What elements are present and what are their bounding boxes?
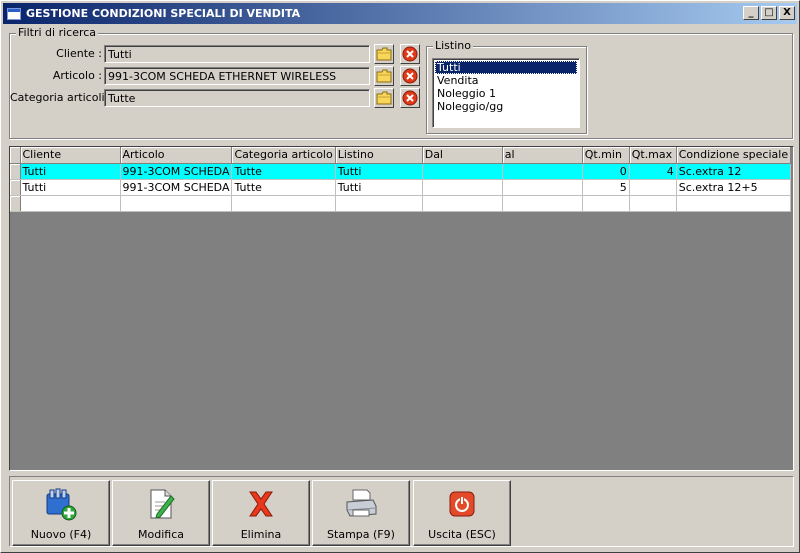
window-title: GESTIONE CONDIZIONI SPECIALI DI VENDITA (26, 7, 301, 20)
cell-qtmin[interactable]: 5 (582, 179, 630, 196)
cell-listino[interactable] (335, 195, 423, 212)
table-row[interactable]: Tutti 991-3COM SCHEDA Tutte Tutti 5 Sc.e… (10, 179, 792, 196)
column-header-dal[interactable]: Dal (422, 147, 503, 164)
cell-categoria[interactable] (231, 195, 336, 212)
cell-qtmin[interactable]: 0 (582, 163, 630, 180)
delete-button[interactable]: Elimina (212, 480, 310, 546)
clear-icon (402, 46, 418, 62)
column-header-listino[interactable]: Listino (335, 147, 423, 164)
edit-button[interactable]: Modifica (112, 480, 210, 546)
listino-item[interactable]: Tutti (435, 61, 577, 74)
close-button[interactable]: X (779, 6, 795, 20)
conditions-grid[interactable]: Cliente Articolo Categoria articolo List… (9, 146, 794, 471)
cell-qtmax[interactable] (629, 195, 677, 212)
cliente-label: Cliente : (56, 47, 102, 60)
edit-icon (143, 486, 179, 522)
cell-al[interactable] (502, 179, 583, 196)
power-icon (444, 486, 480, 522)
row-indicator[interactable] (10, 179, 21, 196)
table-row[interactable]: Tutti 991-3COM SCHEDA Tutte Tutti 0 4 Sc… (10, 163, 792, 180)
column-header-articolo[interactable]: Articolo (120, 147, 233, 164)
window-controls: _ □ X (741, 6, 795, 20)
title-bar[interactable]: GESTIONE CONDIZIONI SPECIALI DI VENDITA … (3, 3, 797, 24)
categoria-browse-button[interactable] (374, 88, 394, 108)
categoria-label: Categoria articoli : (10, 91, 112, 104)
cell-condizione[interactable] (676, 195, 792, 212)
cell-al[interactable] (502, 163, 583, 180)
new-button[interactable]: Nuovo (F4) (12, 480, 110, 546)
cliente-browse-button[interactable] (374, 44, 394, 64)
column-header-categoria[interactable]: Categoria articolo (231, 147, 336, 164)
row-indicator[interactable] (10, 163, 21, 180)
action-toolbar: Nuovo (F4) Modifica Elimina Stampa (F9) … (9, 476, 794, 547)
minimize-button[interactable]: _ (743, 6, 759, 20)
folder-icon (376, 69, 392, 83)
cell-qtmax[interactable]: 4 (629, 163, 677, 180)
table-row-empty[interactable] (10, 195, 792, 212)
new-button-label: Nuovo (F4) (30, 528, 92, 541)
articolo-browse-button[interactable] (374, 66, 394, 86)
clear-icon (402, 90, 418, 106)
cell-qtmin[interactable] (582, 195, 630, 212)
conditions-table: Cliente Articolo Categoria articolo List… (10, 147, 792, 212)
folder-icon (376, 47, 392, 61)
delete-x-icon (243, 486, 279, 522)
categoria-field[interactable]: Tutte (104, 89, 370, 107)
row-indicator[interactable] (10, 195, 21, 212)
folder-icon (376, 91, 392, 105)
grid-header-row: Cliente Articolo Categoria articolo List… (10, 147, 792, 164)
maximize-button[interactable]: □ (761, 6, 777, 20)
listino-legend: Listino (433, 39, 473, 52)
column-header-condizione[interactable]: Condizione speciale (676, 147, 792, 164)
app-window-icon (7, 7, 21, 20)
listino-group: Listino Tutti Vendita Noleggio 1 Noleggi… (426, 39, 587, 134)
column-header-al[interactable]: al (502, 147, 583, 164)
cell-cliente[interactable]: Tutti (20, 163, 121, 180)
column-header-cliente[interactable]: Cliente (20, 147, 121, 164)
cell-articolo[interactable]: 991-3COM SCHEDA (120, 179, 233, 196)
cell-categoria[interactable]: Tutte (231, 163, 336, 180)
listino-item[interactable]: Noleggio/gg (435, 100, 577, 113)
articolo-field[interactable]: 991-3COM SCHEDA ETHERNET WIRELESS (104, 67, 370, 85)
cell-al[interactable] (502, 195, 583, 212)
main-window: GESTIONE CONDIZIONI SPECIALI DI VENDITA … (0, 0, 800, 553)
exit-button[interactable]: Uscita (ESC) (413, 480, 511, 546)
filters-legend: Filtri di ricerca (16, 26, 99, 39)
cell-cliente[interactable] (20, 195, 121, 212)
cell-dal[interactable] (422, 195, 503, 212)
cell-condizione[interactable]: Sc.extra 12+5 (676, 179, 792, 196)
cliente-clear-button[interactable] (400, 44, 420, 64)
cell-listino[interactable]: Tutti (335, 179, 423, 196)
cell-listino[interactable]: Tutti (335, 163, 423, 180)
listino-listbox[interactable]: Tutti Vendita Noleggio 1 Noleggio/gg (432, 58, 580, 128)
print-button-label: Stampa (F9) (327, 528, 395, 541)
filters-panel: Filtri di ricerca Cliente : Tutti Artico… (9, 26, 793, 139)
listino-item[interactable]: Vendita (435, 74, 577, 87)
column-header-qtmin[interactable]: Qt.min (582, 147, 630, 164)
cell-qtmax[interactable] (629, 179, 677, 196)
delete-button-label: Elimina (240, 528, 282, 541)
row-indicator-header (10, 147, 21, 164)
edit-button-label: Modifica (138, 528, 184, 541)
cell-categoria[interactable]: Tutte (231, 179, 336, 196)
articolo-clear-button[interactable] (400, 66, 420, 86)
cell-dal[interactable] (422, 179, 503, 196)
cliente-field[interactable]: Tutti (104, 45, 370, 63)
cell-cliente[interactable]: Tutti (20, 179, 121, 196)
exit-button-label: Uscita (ESC) (428, 528, 496, 541)
cell-articolo[interactable] (120, 195, 233, 212)
cell-articolo[interactable]: 991-3COM SCHEDA (120, 163, 233, 180)
articolo-label: Articolo : (52, 69, 102, 82)
clear-icon (402, 68, 418, 84)
cell-dal[interactable] (422, 163, 503, 180)
cell-condizione[interactable]: Sc.extra 12 (676, 163, 792, 180)
categoria-clear-button[interactable] (400, 88, 420, 108)
printer-icon (343, 486, 379, 522)
column-header-qtmax[interactable]: Qt.max (629, 147, 677, 164)
listino-item[interactable]: Noleggio 1 (435, 87, 577, 100)
new-record-icon (43, 486, 79, 522)
print-button[interactable]: Stampa (F9) (312, 480, 410, 546)
